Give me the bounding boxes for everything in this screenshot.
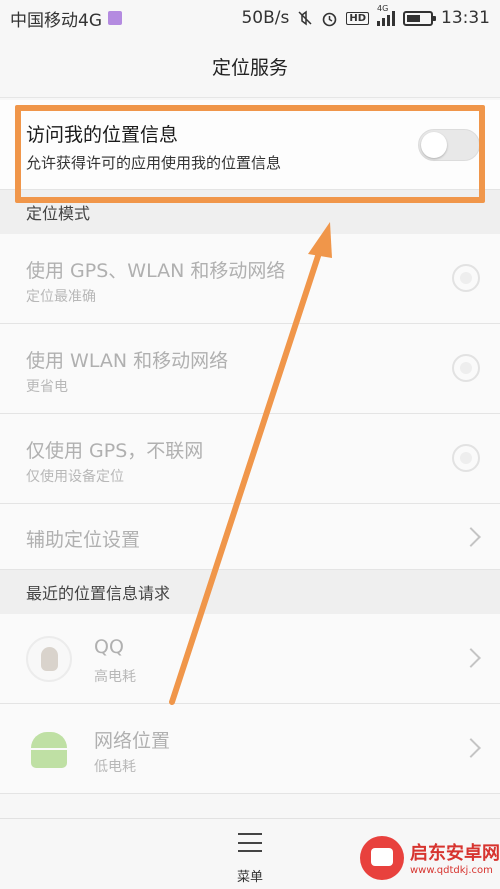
app-name: QQ: [94, 636, 124, 658]
mode-option-radio[interactable]: [452, 264, 480, 292]
chevron-right-icon: [461, 648, 481, 668]
signal-network-label: 4G: [377, 4, 389, 13]
alarm-icon: [321, 10, 338, 27]
access-location-title: 访问我的位置信息: [26, 124, 179, 146]
access-location-row[interactable]: 访问我的位置信息 允许获得许可的应用使用我的位置信息: [0, 100, 500, 190]
menu-label: 菜单: [236, 870, 263, 885]
assist-location-title: 辅助定位设置: [26, 529, 141, 551]
mode-option-gps-wlan-mobile[interactable]: 使用 GPS、WLAN 和移动网络 定位最准确: [0, 234, 500, 324]
recent-requests-header: 最近的位置信息请求: [0, 570, 500, 614]
app-name: 网络位置: [94, 730, 171, 752]
app-usage: 低电耗: [94, 759, 136, 775]
status-bar: 中国移动4G 50B/s HD 4G 13:31: [0, 0, 500, 36]
watermark-title: 启东安卓网: [410, 843, 500, 864]
mode-option-wlan-mobile[interactable]: 使用 WLAN 和移动网络 更省电: [0, 324, 500, 414]
watermark-url: www.qdtdkj.com: [410, 865, 493, 876]
access-location-toggle[interactable]: [418, 129, 480, 161]
recent-app-qq[interactable]: QQ 高电耗: [0, 614, 500, 704]
network-speed: 50B/s: [241, 8, 290, 28]
assist-location-settings[interactable]: 辅助定位设置: [0, 504, 500, 570]
status-right: 50B/s HD 4G 13:31: [241, 4, 490, 28]
mode-option-title: 仅使用 GPS，不联网: [26, 440, 204, 462]
mode-option-title: 使用 WLAN 和移动网络: [26, 350, 229, 372]
toggle-knob: [421, 132, 447, 158]
mode-option-subtitle: 更省电: [26, 379, 68, 395]
title-bar: 定位服务: [0, 36, 500, 98]
image-icon: [108, 11, 122, 25]
mode-option-radio[interactable]: [452, 444, 480, 472]
clock: 13:31: [441, 8, 490, 28]
menu-icon: [238, 833, 262, 852]
recent-requests-header-label: 最近的位置信息请求: [26, 584, 171, 603]
chevron-right-icon: [461, 738, 481, 758]
qq-icon: [26, 636, 72, 682]
battery-icon: [403, 10, 436, 26]
mute-icon: [297, 10, 313, 26]
mode-option-subtitle: 仅使用设备定位: [26, 469, 124, 485]
menu-button[interactable]: 菜单: [220, 829, 280, 885]
carrier-label: 中国移动4G: [10, 10, 102, 31]
app-usage: 高电耗: [94, 669, 136, 685]
recent-app-network-location[interactable]: 网络位置 低电耗: [0, 704, 500, 794]
mode-option-radio[interactable]: [452, 354, 480, 382]
watermark: 启东安卓网 www.qdtdkj.com: [360, 826, 500, 889]
page-title: 定位服务: [211, 57, 288, 79]
mode-option-title: 使用 GPS、WLAN 和移动网络: [26, 260, 286, 282]
location-mode-header: 定位模式: [0, 190, 500, 234]
mode-option-subtitle: 定位最准确: [26, 289, 96, 305]
status-left: 中国移动4G: [10, 6, 122, 31]
chevron-right-icon: [461, 527, 481, 547]
location-mode-header-label: 定位模式: [26, 204, 91, 223]
signal-icon: 4G: [377, 4, 395, 26]
hd-icon: HD: [346, 11, 369, 25]
android-icon: [26, 726, 72, 772]
watermark-logo-icon: [360, 835, 404, 880]
mode-option-gps-only[interactable]: 仅使用 GPS，不联网 仅使用设备定位: [0, 414, 500, 504]
access-location-subtitle: 允许获得许可的应用使用我的位置信息: [26, 154, 282, 172]
